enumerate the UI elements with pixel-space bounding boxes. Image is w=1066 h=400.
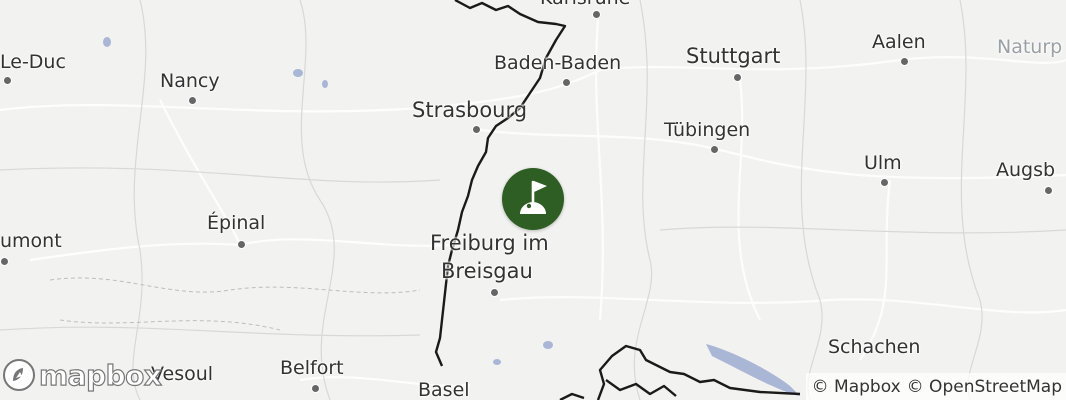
city-label-naturp: Naturp [997, 36, 1063, 58]
city-label-le-duc: Le-Duc [0, 51, 66, 73]
city-dot-aalen [900, 57, 909, 66]
city-label-karlsruhe: Karlsruhe [540, 0, 630, 9]
map-canvas[interactable]: Karlsruhe Le-Duc Nancy Baden-Baden Stutt… [0, 0, 1066, 400]
attribution-osm-link[interactable]: © OpenStreetMap [907, 377, 1062, 397]
city-dot-baden-baden [562, 78, 571, 87]
city-dot-tubingen [710, 145, 719, 154]
attribution-mapbox-link[interactable]: © Mapbox [812, 377, 901, 397]
city-dot-umont [0, 257, 9, 266]
golf-flag-icon [520, 180, 547, 214]
city-label-freiburg-line2: Breisgau [441, 259, 533, 283]
city-label-strasbourg: Strasbourg [412, 98, 528, 122]
city-label-ulm: Ulm [864, 152, 902, 174]
city-label-basel: Basel [418, 379, 470, 400]
mapbox-logo-icon [3, 359, 35, 391]
city-dot-strasbourg [472, 125, 481, 134]
map-attribution: © Mapbox © OpenStreetMap [805, 373, 1066, 400]
city-dot-freiburg [490, 288, 499, 297]
city-dot-stuttgart [733, 73, 742, 82]
city-label-tubingen: Tübingen [664, 119, 751, 141]
city-dot-epinal [237, 240, 246, 249]
city-label-augsburg: Augsb [996, 159, 1056, 181]
city-label-nancy: Nancy [160, 70, 220, 92]
city-dot-le-duc [3, 76, 12, 85]
city-dot-augsburg [1044, 186, 1053, 195]
city-label-aalen: Aalen [872, 31, 926, 53]
city-label-freiburg-line1: Freiburg im [430, 231, 549, 255]
city-dot-belfort [311, 384, 320, 393]
city-label-stuttgart: Stuttgart [686, 44, 781, 68]
city-label-umont: umont [0, 230, 62, 252]
golf-course-marker[interactable] [502, 168, 564, 230]
city-dot-karlsruhe [592, 10, 601, 19]
city-dot-ulm [880, 178, 889, 187]
mapbox-logo[interactable]: mapbox [2, 356, 163, 394]
city-label-schachen: Schachen [828, 336, 921, 358]
mapbox-logo-text: mapbox [38, 358, 162, 392]
city-label-epinal: Épinal [207, 212, 266, 234]
city-label-baden-baden: Baden-Baden [494, 52, 622, 74]
city-label-belfort: Belfort [280, 357, 344, 379]
city-dot-nancy [188, 96, 197, 105]
